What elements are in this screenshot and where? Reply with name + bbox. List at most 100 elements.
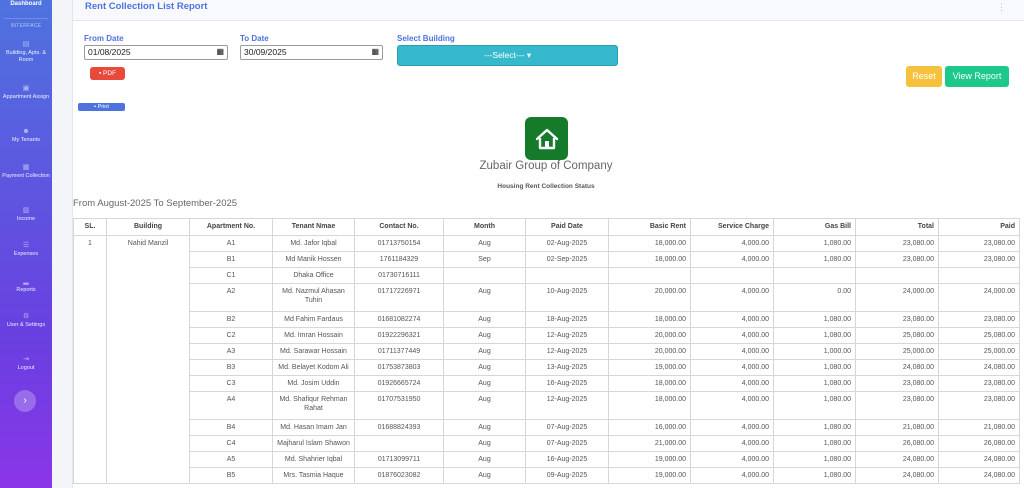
gas-bill-cell: 1,080.00 <box>773 327 856 344</box>
basic-rent-cell <box>608 267 691 284</box>
sidebar-item-logout[interactable]: ⇥ Logout <box>0 355 52 372</box>
apartment-cell: A5 <box>189 451 273 468</box>
sidebar-item-my-tenants[interactable]: ☻ My Tenants <box>0 127 52 144</box>
report-title: Housing Rent Collection Status <box>497 183 595 190</box>
tenant-cell: Md. Belayet Kodom Ali <box>272 359 355 376</box>
reset-button[interactable]: Reset <box>906 66 942 87</box>
table-row: A3 Md. Sarawar Hossain 01711377449 Aug 12-Au… <box>74 343 1020 360</box>
service-charge-cell: 4,000.00 <box>690 343 774 360</box>
pdf-button[interactable]: ▪ PDF <box>90 67 125 80</box>
calendar-icon[interactable]: ▦ <box>371 47 379 56</box>
contact-cell: 01753873803 <box>354 359 444 376</box>
sidebar-item-label: Logout <box>17 365 35 371</box>
paid-cell: 24,000.00 <box>938 283 1020 312</box>
view-report-button[interactable]: View Report <box>945 66 1009 87</box>
service-charge-cell <box>690 267 774 284</box>
contact-cell <box>354 435 444 452</box>
gas-bill-cell: 1,080.00 <box>773 251 856 268</box>
total-cell: 23,080.00 <box>855 375 939 392</box>
paid-date-cell: 10-Aug-2025 <box>525 283 609 312</box>
apartment-cell: C2 <box>189 327 273 344</box>
table-row: A2 Md. Nazmul Ahasan Tuhin 01717226971 Aug 1… <box>74 283 1020 312</box>
apartment-cell: B1 <box>189 251 273 268</box>
sidebar-item-expenses[interactable]: ☰ Expenses <box>0 241 52 258</box>
paid-cell: 23,080.00 <box>938 391 1020 420</box>
month-cell: Sep <box>443 251 526 268</box>
gas-bill-cell: 0.00 <box>773 283 856 312</box>
paid-cell: 23,080.00 <box>938 251 1020 268</box>
tenant-cell: Dhaka Office <box>272 267 355 284</box>
sidebar-item-label: Income <box>16 216 36 222</box>
from-date-value: 01/08/2025 <box>88 47 131 57</box>
building-select-dropdown[interactable]: ---Select--- ▾ <box>397 45 618 66</box>
sidebar-item-building[interactable]: ▤ Building, Apts. & Room <box>0 40 52 64</box>
month-cell: Aug <box>443 283 526 312</box>
col-header-building: Building <box>106 218 190 236</box>
month-cell: Aug <box>443 343 526 360</box>
col-header-month: Month <box>443 218 526 236</box>
sidebar-item-reports[interactable]: ▂ Reports <box>0 277 52 294</box>
total-cell: 24,080.00 <box>855 451 939 468</box>
basic-rent-cell: 19,000.00 <box>608 467 691 484</box>
contact-cell: 01926665724 <box>354 375 444 392</box>
month-cell: Aug <box>443 327 526 344</box>
id-card-icon: ▣ <box>22 85 30 92</box>
apartment-cell: A3 <box>189 343 273 360</box>
apartment-cell: C4 <box>189 435 273 452</box>
basic-rent-cell: 19,000.00 <box>608 359 691 376</box>
table-row: B5 Mrs. Tasmia Haque 01876023082 Aug 09-Aug-… <box>74 467 1020 484</box>
total-cell: 26,080.00 <box>855 435 939 452</box>
service-charge-cell: 4,000.00 <box>690 283 774 312</box>
more-options-icon[interactable]: ⋮ <box>997 2 1006 13</box>
col-header-service-charge: Service Charge <box>690 218 774 236</box>
month-cell: Aug <box>443 375 526 392</box>
paid-date-cell: 16-Aug-2025 <box>525 451 609 468</box>
col-header-basic-rent: Basic Rent <box>608 218 691 236</box>
tenant-cell: Majharul Islam Shawon <box>272 435 355 452</box>
paid-date-cell: 07-Aug-2025 <box>525 435 609 452</box>
col-header-sl: SL. <box>73 218 107 236</box>
paid-cell: 23,080.00 <box>938 235 1020 252</box>
tenant-cell: Md. Imran Hossain <box>272 327 355 344</box>
basic-rent-cell: 18,000.00 <box>608 391 691 420</box>
to-date-input[interactable]: 30/09/2025 ▦ <box>240 45 383 60</box>
from-date-input[interactable]: 01/08/2025 ▦ <box>84 45 228 60</box>
gas-bill-cell: 1,080.00 <box>773 359 856 376</box>
service-charge-cell: 4,000.00 <box>690 467 774 484</box>
report-card: Rent Collection List Report ⋮ From Date … <box>72 0 1024 488</box>
sidebar-item-user-settings[interactable]: ⚙ User & Settings <box>0 312 52 329</box>
contact-cell: 01713750154 <box>354 235 444 252</box>
month-cell: Aug <box>443 419 526 436</box>
paid-cell: 23,080.00 <box>938 375 1020 392</box>
tenant-cell: Md. Shafiqur Rehman Rahat <box>272 391 355 420</box>
to-date-label: To Date <box>240 34 269 43</box>
service-charge-cell: 4,000.00 <box>690 327 774 344</box>
contact-cell: 01711377449 <box>354 343 444 360</box>
basic-rent-cell: 18,000.00 <box>608 251 691 268</box>
sidebar-brand[interactable]: Dashboard <box>0 0 52 14</box>
calculator-icon: ▦ <box>22 164 30 171</box>
apartment-cell: C3 <box>189 375 273 392</box>
paid-cell: 21,080.00 <box>938 419 1020 436</box>
total-cell <box>855 267 939 284</box>
sidebar-item-apartment-assign[interactable]: ▣ Appartment Assign <box>0 84 52 101</box>
apartment-cell: A1 <box>189 235 273 252</box>
sidebar-item-label: Reports <box>16 287 36 293</box>
table-row: C2 Md. Imran Hossain 01922296321 Aug 12-Aug-… <box>74 327 1020 344</box>
table-row: C3 Md. Josim Uddin 01926665724 Aug 16-Aug-20… <box>74 375 1020 392</box>
table-row: C4 Majharul Islam Shawon Aug 07-Aug-2025 21,… <box>74 435 1020 452</box>
paid-date-cell: 16-Aug-2025 <box>525 375 609 392</box>
paid-date-cell: 12-Aug-2025 <box>525 391 609 420</box>
service-charge-cell: 4,000.00 <box>690 251 774 268</box>
col-header-paid: Paid <box>938 218 1020 236</box>
col-header-apartment: Apartment No. <box>189 218 273 236</box>
sidebar-item-income[interactable]: ▥ Income <box>0 206 52 223</box>
print-button[interactable]: ▪ Print <box>78 103 125 111</box>
sidebar-toggle-button[interactable]: › <box>14 390 36 412</box>
col-header-paid-date: Paid Date <box>525 218 609 236</box>
contact-cell: 01688824393 <box>354 419 444 436</box>
calendar-icon[interactable]: ▦ <box>216 47 224 56</box>
sidebar-item-payment-collection[interactable]: ▦ Payment Collection <box>0 163 52 180</box>
service-charge-cell: 4,000.00 <box>690 391 774 420</box>
service-charge-cell: 4,000.00 <box>690 435 774 452</box>
